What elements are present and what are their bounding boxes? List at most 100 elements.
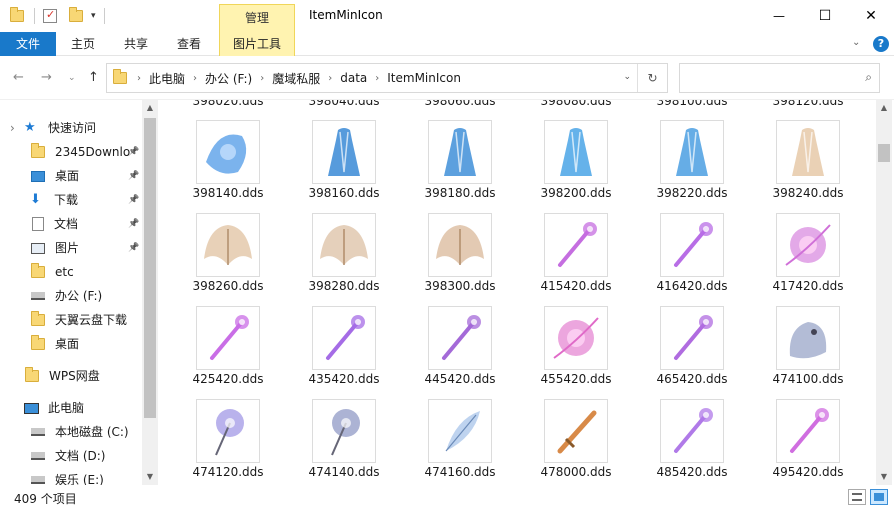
tab-file[interactable]: 文件 [0,32,56,56]
sidebar-item[interactable]: 图片 📌 [0,236,142,260]
file-item[interactable]: 416420.dds [640,213,740,308]
file-name[interactable]: 398100.dds [640,100,744,108]
file-thumbnail[interactable] [196,306,260,370]
file-thumbnail[interactable] [428,399,492,463]
file-name[interactable]: 398300.dds [408,279,512,293]
nav-scrollbar[interactable]: ▲ ▼ [142,100,158,485]
file-name[interactable]: 398240.dds [756,186,860,200]
file-name[interactable]: 398280.dds [292,279,396,293]
customize-toolbar-icon[interactable]: ▾ [91,11,96,21]
folder-icon[interactable] [10,7,24,22]
file-item[interactable]: 398140.dds [176,120,276,215]
file-item[interactable]: 478000.dds [524,399,624,485]
file-item[interactable]: 398160.dds [292,120,392,215]
help-icon[interactable]: ? [873,36,889,52]
tab-picture-tools[interactable]: 图片工具 [219,32,295,56]
details-view-button[interactable] [848,489,866,505]
large-icons-view-button[interactable] [870,489,888,505]
breadcrumb-item[interactable]: data [336,71,371,85]
nav-scroll-thumb[interactable] [144,118,156,418]
file-name[interactable]: 416420.dds [640,279,744,293]
close-button[interactable]: ✕ [848,0,894,32]
file-thumbnail[interactable] [776,213,840,277]
address-bar[interactable]: › 此电脑 › 办公 (F:) › 魔域私服 › data › ItemMinI… [106,63,668,93]
properties-icon[interactable]: ✓ [43,8,57,23]
chevron-right-icon[interactable]: › [371,73,383,84]
file-thumbnail[interactable] [660,213,724,277]
scroll-down-arrow[interactable]: ▼ [142,469,158,485]
file-name[interactable]: 445420.dds [408,372,512,386]
file-thumbnail[interactable] [312,120,376,184]
search-icon[interactable]: ⌕ [865,70,872,85]
new-folder-icon[interactable] [69,7,83,22]
file-name[interactable]: 398020.dds [176,100,280,108]
file-item[interactable]: 398300.dds [408,213,508,308]
file-item[interactable]: 495420.dds [756,399,856,485]
file-item[interactable]: 415420.dds [524,213,624,308]
file-item[interactable]: 455420.dds [524,306,624,401]
file-item[interactable]: 398240.dds [756,120,856,215]
breadcrumb-item[interactable]: 办公 (F:) [201,70,256,87]
file-item[interactable]: 465420.dds [640,306,740,401]
file-thumbnail[interactable] [660,306,724,370]
sidebar-item[interactable]: 办公 (F:) [0,284,142,308]
file-item[interactable]: 474140.dds [292,399,392,485]
recent-locations-icon[interactable]: ⌄ [68,73,76,83]
file-thumbnail[interactable] [196,399,260,463]
sidebar-item[interactable]: 此电脑 [0,396,142,420]
up-button[interactable]: ↑ [88,70,99,85]
address-dropdown-icon[interactable]: ⌄ [623,72,631,82]
minimize-button[interactable]: — [756,0,802,32]
file-item[interactable]: 398260.dds [176,213,276,308]
breadcrumb-item[interactable]: ItemMinIcon [383,71,465,85]
refresh-button[interactable]: ↻ [637,64,667,92]
file-thumbnail[interactable] [660,120,724,184]
file-thumbnail[interactable] [544,120,608,184]
sidebar-item[interactable]: 文档 📌 [0,212,142,236]
file-item[interactable]: 398280.dds [292,213,392,308]
file-name[interactable]: 398220.dds [640,186,744,200]
content-scrollbar[interactable]: ▲ ▼ [876,100,892,485]
chevron-right-icon[interactable]: › [133,73,145,84]
file-thumbnail[interactable] [660,399,724,463]
file-name[interactable]: 398060.dds [408,100,512,108]
file-name[interactable]: 398200.dds [524,186,628,200]
file-name[interactable]: 465420.dds [640,372,744,386]
file-item[interactable]: 398220.dds [640,120,740,215]
chevron-right-icon[interactable]: › [256,73,268,84]
tab-share[interactable]: 共享 [110,32,162,56]
sidebar-item[interactable]: ⬇ 下载 📌 [0,188,142,212]
content-scroll-thumb[interactable] [878,144,890,162]
file-thumbnail[interactable] [776,120,840,184]
sidebar-item[interactable]: 2345Downlo 📌 [0,140,142,164]
file-thumbnail[interactable] [312,306,376,370]
file-name[interactable]: 474100.dds [756,372,860,386]
file-name[interactable]: 398040.dds [292,100,396,108]
file-item[interactable]: 417420.dds [756,213,856,308]
file-thumbnail[interactable] [544,213,608,277]
scroll-up-arrow[interactable]: ▲ [142,100,158,116]
tab-view[interactable]: 查看 [164,32,214,56]
file-name[interactable]: 474140.dds [292,465,396,479]
file-item[interactable]: 398200.dds [524,120,624,215]
file-item[interactable]: 474160.dds [408,399,508,485]
scroll-down-arrow[interactable]: ▼ [876,469,892,485]
breadcrumb-item[interactable]: 此电脑 [145,70,189,87]
file-name[interactable]: 474120.dds [176,465,280,479]
chevron-right-icon[interactable]: › [324,73,336,84]
file-name[interactable]: 485420.dds [640,465,744,479]
file-name[interactable]: 398160.dds [292,186,396,200]
sidebar-item[interactable]: 本地磁盘 (C:) [0,420,142,444]
chevron-right-icon[interactable]: › [189,73,201,84]
file-name[interactable]: 435420.dds [292,372,396,386]
scroll-up-arrow[interactable]: ▲ [876,100,892,116]
file-name[interactable]: 398080.dds [524,100,628,108]
file-thumbnail[interactable] [196,213,260,277]
file-thumbnail[interactable] [544,399,608,463]
forward-button[interactable]: → [41,70,52,85]
breadcrumb-item[interactable]: 魔域私服 [268,70,324,87]
file-name[interactable]: 398180.dds [408,186,512,200]
file-name[interactable]: 455420.dds [524,372,628,386]
file-name[interactable]: 478000.dds [524,465,628,479]
file-thumbnail[interactable] [776,306,840,370]
